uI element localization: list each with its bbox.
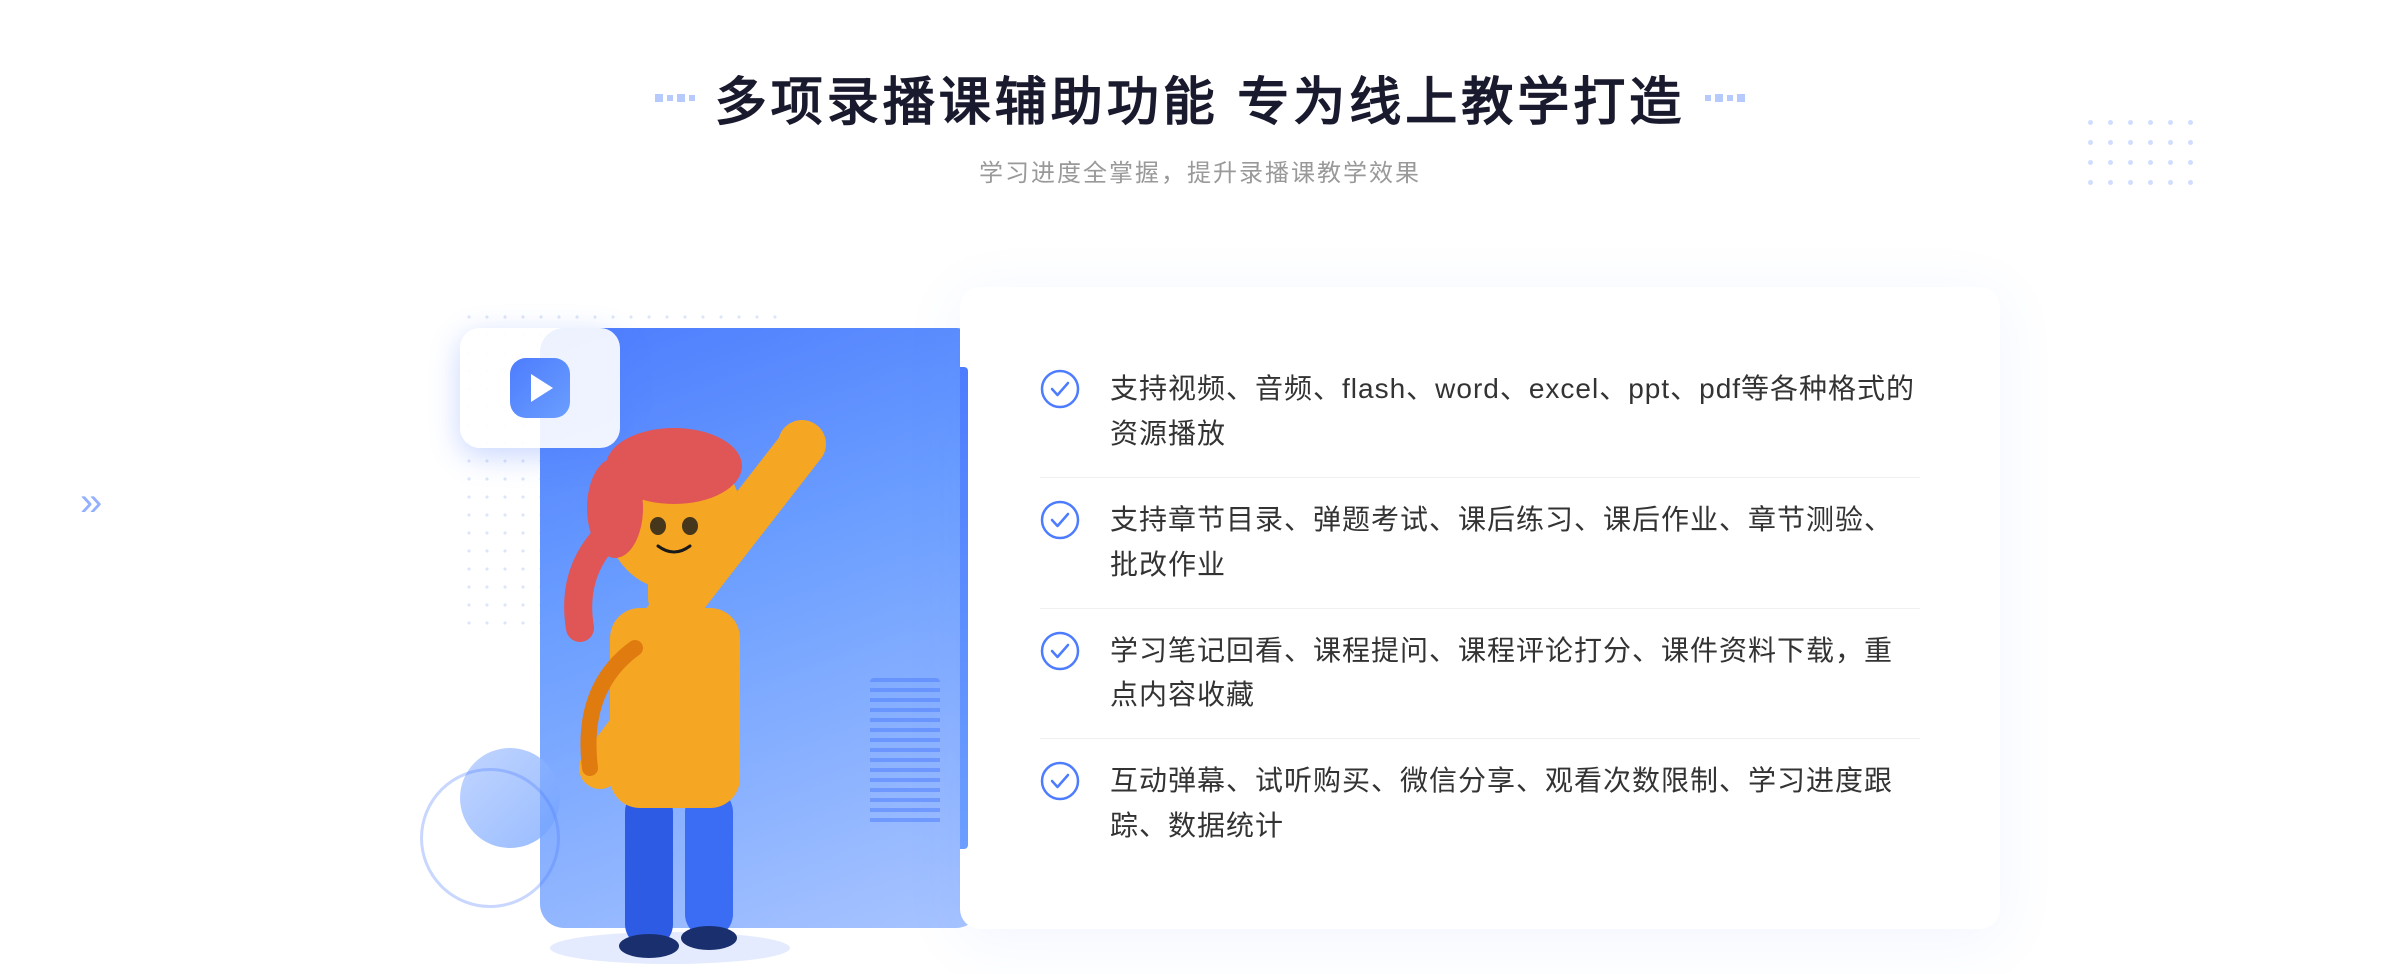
stripe-decoration (870, 678, 940, 828)
feature-item-1: 支持视频、音频、flash、word、excel、ppt、pdf等各种格式的资源… (1040, 347, 1920, 477)
feature-text-4: 互动弹幕、试听购买、微信分享、观看次数限制、学习进度跟踪、数据统计 (1110, 759, 1920, 849)
check-circle-icon-2 (1040, 500, 1080, 540)
feature-item-4: 互动弹幕、试听购买、微信分享、观看次数限制、学习进度跟踪、数据统计 (1040, 739, 1920, 869)
header-section: 多项录播课辅助功能 专为线上教学打造 学习进度全掌握，提升录播课教学效果 (655, 60, 1745, 188)
feature-item-2: 支持章节目录、弹题考试、课后练习、课后作业、章节测验、批改作业 (1040, 478, 1920, 608)
content-wrapper: 支持视频、音频、flash、word、excel、ppt、pdf等各种格式的资源… (400, 248, 2000, 968)
illustration-area (400, 248, 1040, 968)
feature-text-3: 学习笔记回看、课程提问、课程评论打分、课件资料下载，重点内容收藏 (1110, 629, 1920, 719)
feature-item-3: 学习笔记回看、课程提问、课程评论打分、课件资料下载，重点内容收藏 (1040, 609, 1920, 739)
title-deco-left (655, 94, 695, 102)
feature-text-1: 支持视频、音频、flash、word、excel、ppt、pdf等各种格式的资源… (1110, 367, 1920, 457)
title-deco-right (1705, 94, 1745, 102)
check-circle-icon-3 (1040, 631, 1080, 671)
check-circle-icon-4 (1040, 761, 1080, 801)
main-title: 多项录播课辅助功能 专为线上教学打造 (715, 60, 1685, 135)
feature-text-2: 支持章节目录、弹题考试、课后练习、课后作业、章节测验、批改作业 (1110, 498, 1920, 588)
title-row: 多项录播课辅助功能 专为线上教学打造 (655, 60, 1745, 135)
check-circle-icon-1 (1040, 369, 1080, 409)
person-illustration (480, 388, 860, 968)
page-container: » 多项录播课辅助功能 专为线上教学打造 学习进度全掌握，提升录播课教学效果 (0, 0, 2400, 974)
chevron-left-decoration: » (80, 480, 102, 525)
decoration-dots-top-right (2088, 120, 2200, 192)
features-area: 支持视频、音频、flash、word、excel、ppt、pdf等各种格式的资源… (960, 287, 2000, 928)
subtitle: 学习进度全掌握，提升录播课教学效果 (655, 153, 1745, 188)
